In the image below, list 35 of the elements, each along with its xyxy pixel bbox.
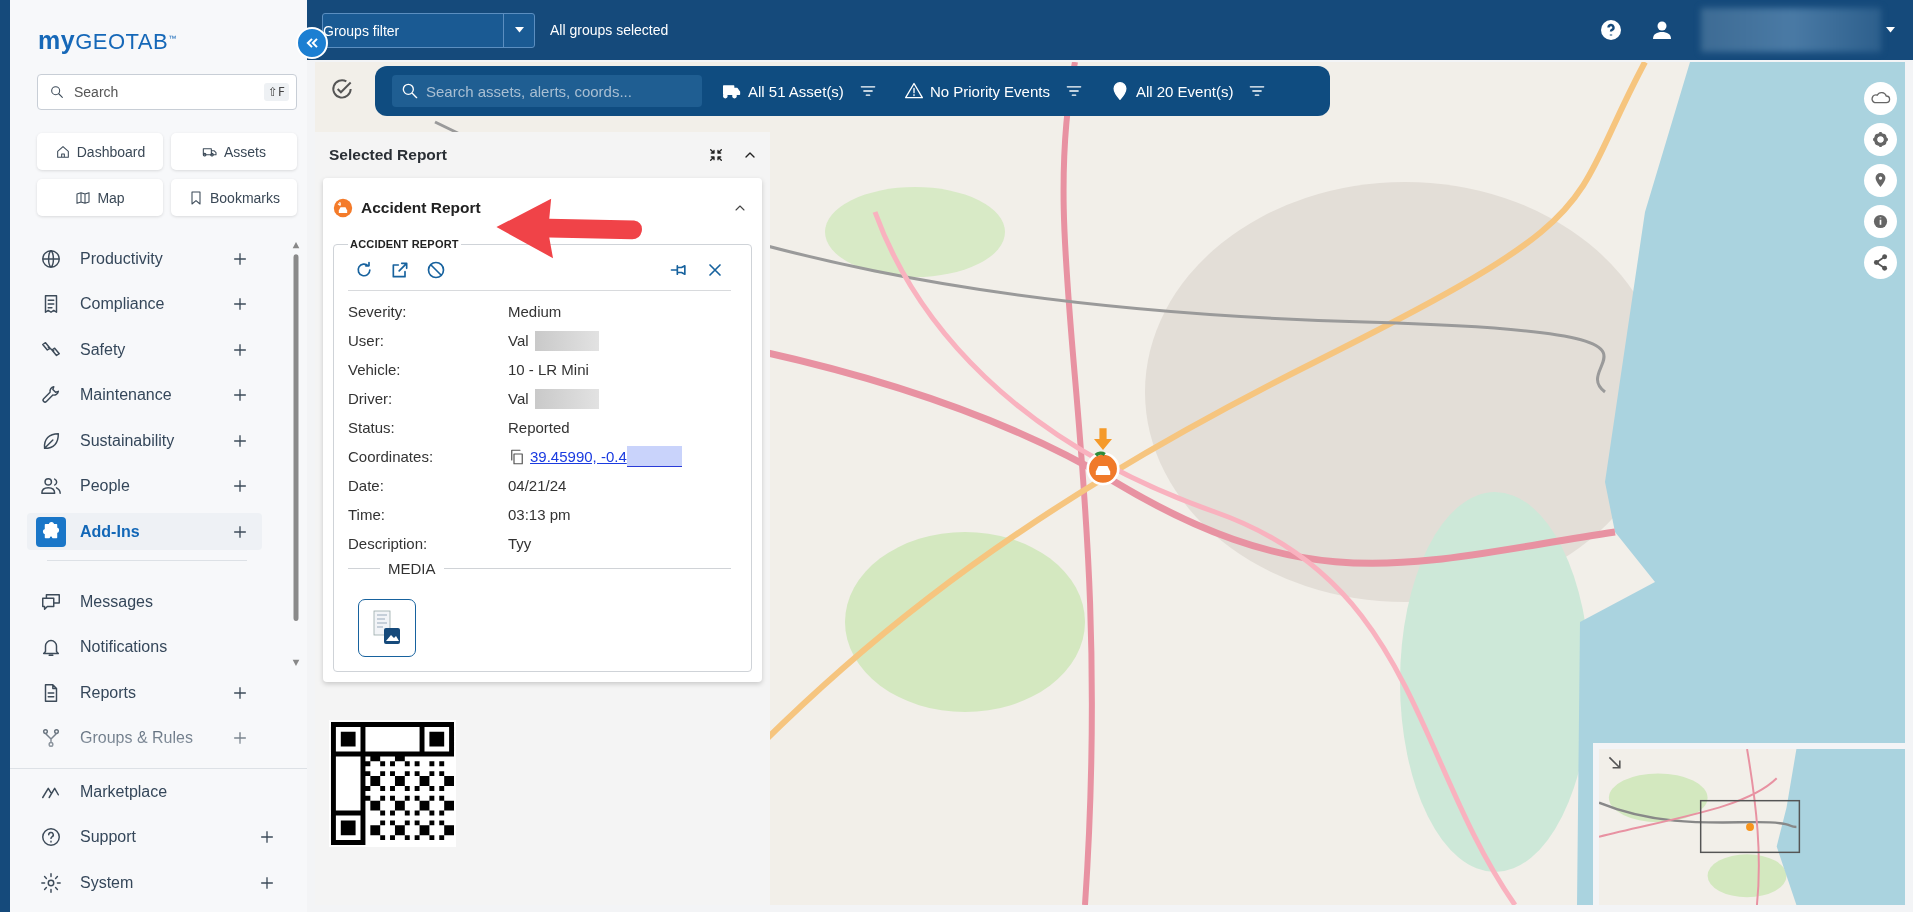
help-icon	[40, 826, 62, 848]
bookmark-icon	[188, 189, 204, 206]
quick-link-button[interactable]: Map	[37, 179, 163, 216]
geotab-logo[interactable]: myGEOTAB$^{™}$	[38, 28, 177, 53]
nav-item[interactable]: Compliance	[27, 285, 262, 323]
nav-item[interactable]: Add-Ins	[27, 513, 262, 550]
nav-item[interactable]: Marketplace	[27, 773, 289, 810]
home-icon	[54, 143, 71, 160]
quick-link-button[interactable]: Bookmarks	[171, 179, 297, 216]
caret-icon	[514, 27, 524, 33]
search-icon	[49, 84, 65, 100]
nav-item[interactable]: Sustainability	[27, 422, 262, 459]
nav-item[interactable]: People	[27, 467, 262, 505]
nav-item[interactable]: Support	[27, 818, 289, 856]
map-icon	[75, 189, 92, 206]
people-icon	[40, 475, 62, 497]
nav-item[interactable]: Safety	[27, 331, 262, 368]
groups-status: All groups selected	[550, 22, 669, 38]
globe-icon	[40, 247, 62, 270]
nav-item[interactable]: System	[27, 864, 289, 901]
nav-item[interactable]: Productivity	[27, 240, 262, 277]
nav-item[interactable]: Groups & Rules	[27, 719, 262, 757]
scrollbar[interactable]	[291, 240, 301, 668]
hierarchy-icon	[40, 727, 62, 749]
nav-item[interactable]: Maintenance	[27, 376, 262, 414]
quick-link-button[interactable]: Assets	[171, 133, 297, 170]
quick-link-button[interactable]: Dashboard	[37, 133, 163, 170]
nav-item[interactable]: Reports	[27, 674, 262, 711]
wrench-icon	[40, 384, 62, 406]
nav-item[interactable]: Notifications	[27, 628, 262, 666]
nav-item[interactable]: Messages	[27, 583, 262, 620]
groups-filter-dropdown[interactable]: Groups filter	[322, 12, 535, 48]
help-icon[interactable]	[1599, 18, 1623, 42]
shortcut-hint: ⇧F	[264, 83, 289, 101]
caret-icon[interactable]	[1886, 27, 1895, 33]
